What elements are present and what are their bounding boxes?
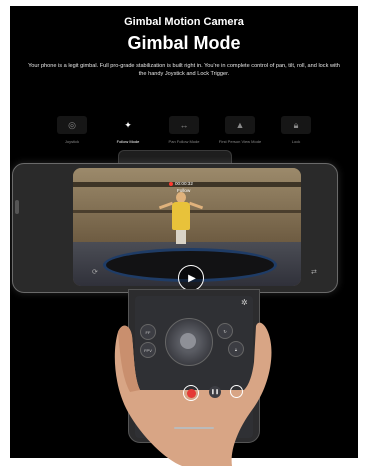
fast-forward-button[interactable]: FF bbox=[140, 324, 156, 340]
mode-tabs: ◎ Joystick ✦ Follow Mode ↔ Pan Follow Mo… bbox=[48, 116, 320, 152]
tab-first-person-view-mode[interactable]: ▲ First Person View Mode bbox=[216, 116, 264, 152]
person-icon: ✦ bbox=[124, 119, 132, 130]
side-button bbox=[15, 200, 19, 214]
tab-label: Joystick bbox=[64, 139, 80, 144]
recording-dot-icon bbox=[169, 181, 173, 186]
tab-follow-mode[interactable]: ✦ Follow Mode bbox=[104, 116, 152, 152]
timer-text: 00:00:32 bbox=[175, 181, 193, 186]
portrait-phone bbox=[128, 289, 260, 443]
home-indicator bbox=[174, 427, 214, 429]
tab-lock[interactable]: 🔒︎ Lock bbox=[272, 116, 320, 152]
fpv-icon: ▲ bbox=[225, 116, 255, 134]
pause-button[interactable]: ❚❚ bbox=[209, 386, 221, 398]
tab-label: Lock bbox=[291, 139, 301, 144]
subject-legs bbox=[176, 230, 186, 244]
settings-icon[interactable]: ✲ bbox=[241, 298, 248, 307]
rotate-icon[interactable]: ⟳ bbox=[92, 268, 98, 276]
record-button[interactable] bbox=[183, 385, 199, 401]
shutter-button[interactable] bbox=[230, 385, 243, 398]
record-icon bbox=[186, 388, 196, 398]
fpv-button[interactable]: FPV bbox=[140, 342, 156, 358]
recenter-button[interactable]: ↻ bbox=[217, 323, 233, 339]
lock-icon: 🔒︎ bbox=[281, 116, 311, 134]
subject-body bbox=[172, 202, 190, 230]
joystick-knob[interactable] bbox=[180, 333, 196, 349]
joystick-icon: ◎ bbox=[57, 116, 87, 134]
play-button[interactable]: ▶ bbox=[178, 265, 204, 291]
tab-joystick[interactable]: ◎ Joystick bbox=[48, 116, 96, 152]
page-title: Gimbal Mode bbox=[127, 33, 241, 53]
pan-person-icon: ↔ bbox=[169, 116, 199, 134]
landscape-screen: 00:00:32 Follow bbox=[12, 163, 338, 293]
recording-timer: 00:00:32 bbox=[169, 181, 193, 186]
gimbal-control-screen bbox=[135, 296, 253, 438]
tab-label: Follow Mode bbox=[116, 139, 140, 144]
description-text: Your phone is a legit gimbal. Full pro-g… bbox=[28, 63, 340, 77]
tab-label: Pan Follow Mode bbox=[168, 139, 200, 144]
lock-button[interactable]: 🔒︎ bbox=[228, 341, 244, 357]
mode-indicator: Follow bbox=[177, 188, 191, 193]
tab-label: First Person View Mode bbox=[218, 139, 262, 144]
kicker-heading: Gimbal Motion Camera bbox=[124, 16, 244, 28]
switch-camera-icon[interactable]: ⇄ bbox=[311, 268, 317, 276]
tab-pan-follow-mode[interactable]: ↔ Pan Follow Mode bbox=[160, 116, 208, 152]
